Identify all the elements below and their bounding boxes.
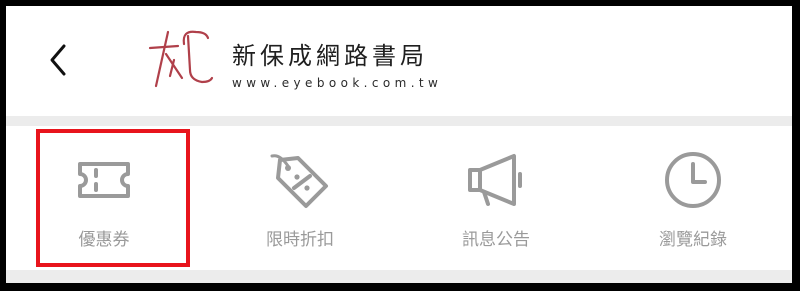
menu-item-label: 訊息公告 <box>462 230 530 250</box>
menu-item-announcements[interactable]: 訊息公告 <box>398 126 594 270</box>
menu-item-label: 優惠券 <box>78 230 130 250</box>
discount-tag-icon <box>268 148 332 212</box>
bottom-divider <box>6 270 792 283</box>
menu-item-discounts[interactable]: 限時折扣 <box>202 126 398 270</box>
header: 新保成網路書局 www.eyebook.com.tw <box>6 6 792 116</box>
menu-item-label: 限時折扣 <box>266 230 334 250</box>
chevron-left-icon <box>50 44 66 76</box>
menu-item-label: 瀏覽紀錄 <box>659 230 727 250</box>
app-screen: 新保成網路書局 www.eyebook.com.tw 優惠券 限時折扣 訊息公告… <box>6 6 792 283</box>
section-divider <box>6 116 792 126</box>
brand-logo <box>146 24 216 94</box>
back-button[interactable] <box>42 42 78 78</box>
megaphone-icon <box>464 148 528 212</box>
brand-name: 新保成網路書局 <box>232 42 428 70</box>
clock-icon <box>661 148 725 212</box>
menu-item-history[interactable]: 瀏覽紀錄 <box>594 126 792 270</box>
menu-item-coupons[interactable]: 優惠券 <box>6 126 202 270</box>
ticket-icon <box>72 148 136 212</box>
brand-url: www.eyebook.com.tw <box>232 76 443 90</box>
